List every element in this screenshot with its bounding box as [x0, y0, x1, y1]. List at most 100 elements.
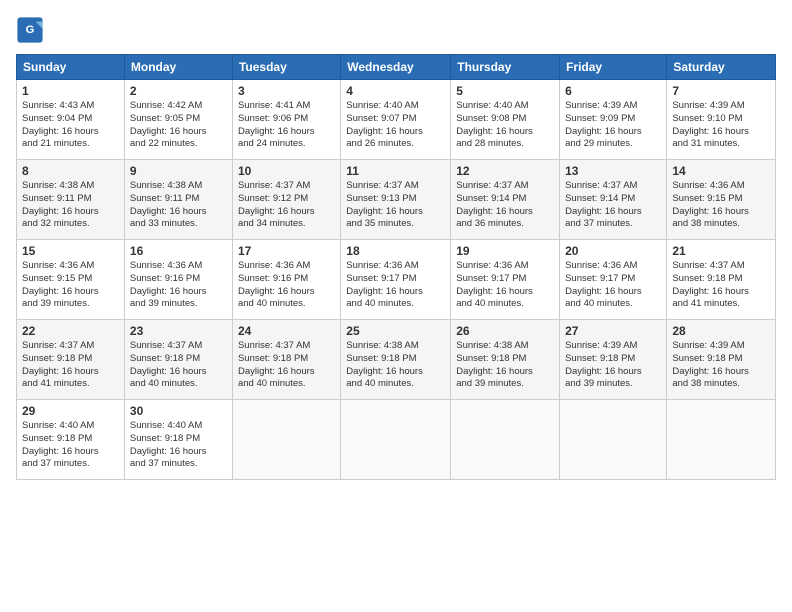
day-number: 2 — [130, 84, 227, 98]
day-info: Sunrise: 4:39 AM Sunset: 9:10 PM Dayligh… — [672, 100, 770, 151]
weekday-header: Thursday — [451, 55, 560, 80]
calendar-cell: 9Sunrise: 4:38 AM Sunset: 9:11 PM Daylig… — [124, 160, 232, 240]
day-info: Sunrise: 4:41 AM Sunset: 9:06 PM Dayligh… — [238, 100, 335, 151]
weekday-header: Saturday — [667, 55, 776, 80]
day-number: 12 — [456, 164, 554, 178]
calendar-cell: 18 Sunrise: 4:36 AM Sunset: 9:17 PM Dayli… — [341, 240, 451, 320]
day-info: Sunrise: 4:38 AM Sunset: 9:18 PM Dayligh… — [346, 340, 445, 391]
day-info: Sunrise: 4:40 AM Sunset: 9:08 PM Dayligh… — [456, 100, 554, 151]
day-number: 5 — [456, 84, 554, 98]
day-info: Sunrise: 4:36 AM Sunset: 9:16 PM Dayligh… — [130, 260, 227, 311]
calendar-cell: 22 Sunrise: 4:37 AM Sunset: 9:18 PM Dayli… — [17, 320, 125, 400]
calendar-cell: 28 Sunrise: 4:39 AM Sunset: 9:18 PM Dayli… — [667, 320, 776, 400]
day-number: 6 — [565, 84, 661, 98]
calendar-cell: 15Sunrise: 4:36 AM Sunset: 9:15 PM Dayli… — [17, 240, 125, 320]
day-number: 27 — [565, 324, 661, 338]
calendar-cell: 19 Sunrise: 4:36 AM Sunset: 9:17 PM Dayli… — [451, 240, 560, 320]
day-info: Sunrise: 4:37 AM Sunset: 9:12 PM Dayligh… — [238, 180, 335, 231]
weekday-header: Wednesday — [341, 55, 451, 80]
day-info: Sunrise: 4:38 AM Sunset: 9:11 PM Dayligh… — [22, 180, 119, 231]
svg-text:G: G — [26, 24, 35, 36]
day-info: Sunrise: 4:39 AM Sunset: 9:18 PM Dayligh… — [565, 340, 661, 391]
calendar: SundayMondayTuesdayWednesdayThursdayFrid… — [16, 54, 776, 480]
day-info: Sunrise: 4:36 AM Sunset: 9:17 PM Dayligh… — [456, 260, 554, 311]
day-number: 11 — [346, 164, 445, 178]
calendar-cell: 11 Sunrise: 4:37 AM Sunset: 9:13 PM Dayli… — [341, 160, 451, 240]
day-info: Sunrise: 4:37 AM Sunset: 9:18 PM Dayligh… — [672, 260, 770, 311]
day-number: 29 — [22, 404, 119, 418]
day-info: Sunrise: 4:37 AM Sunset: 9:18 PM Dayligh… — [130, 340, 227, 391]
day-info: Sunrise: 4:37 AM Sunset: 9:14 PM Dayligh… — [565, 180, 661, 231]
day-info: Sunrise: 4:36 AM Sunset: 9:15 PM Dayligh… — [672, 180, 770, 231]
day-info: Sunrise: 4:36 AM Sunset: 9:17 PM Dayligh… — [565, 260, 661, 311]
day-info: Sunrise: 4:36 AM Sunset: 9:17 PM Dayligh… — [346, 260, 445, 311]
day-number: 28 — [672, 324, 770, 338]
calendar-cell: 5 Sunrise: 4:40 AM Sunset: 9:08 PM Daylig… — [451, 80, 560, 160]
day-info: Sunrise: 4:39 AM Sunset: 9:09 PM Dayligh… — [565, 100, 661, 151]
calendar-cell: 7 Sunrise: 4:39 AM Sunset: 9:10 PM Daylig… — [667, 80, 776, 160]
calendar-cell: 8 Sunrise: 4:38 AM Sunset: 9:11 PM Daylig… — [17, 160, 125, 240]
header: G — [16, 16, 776, 44]
day-number: 4 — [346, 84, 445, 98]
calendar-cell: 23 Sunrise: 4:37 AM Sunset: 9:18 PM Dayli… — [124, 320, 232, 400]
day-info: Sunrise: 4:43 AM Sunset: 9:04 PM Dayligh… — [22, 100, 119, 151]
calendar-cell: 4Sunrise: 4:40 AM Sunset: 9:07 PM Daylig… — [341, 80, 451, 160]
day-number: 19 — [456, 244, 554, 258]
calendar-cell: 20 Sunrise: 4:36 AM Sunset: 9:17 PM Dayli… — [560, 240, 667, 320]
day-info: Sunrise: 4:39 AM Sunset: 9:18 PM Dayligh… — [672, 340, 770, 391]
day-number: 16 — [130, 244, 227, 258]
day-number: 20 — [565, 244, 661, 258]
day-info: Sunrise: 4:42 AM Sunset: 9:05 PM Dayligh… — [130, 100, 227, 151]
weekday-header: Sunday — [17, 55, 125, 80]
day-number: 9 — [130, 164, 227, 178]
calendar-cell: 17 Sunrise: 4:36 AM Sunset: 9:16 PM Dayli… — [232, 240, 340, 320]
calendar-cell: 13 Sunrise: 4:37 AM Sunset: 9:14 PM Dayli… — [560, 160, 667, 240]
calendar-cell: 29 Sunrise: 4:40 AM Sunset: 9:18 PM Dayli… — [17, 400, 125, 480]
calendar-cell: 24 Sunrise: 4:37 AM Sunset: 9:18 PM Dayli… — [232, 320, 340, 400]
day-number: 10 — [238, 164, 335, 178]
calendar-cell: 16 Sunrise: 4:36 AM Sunset: 9:16 PM Dayli… — [124, 240, 232, 320]
day-number: 21 — [672, 244, 770, 258]
logo: G — [16, 16, 48, 44]
day-info: Sunrise: 4:37 AM Sunset: 9:18 PM Dayligh… — [22, 340, 119, 391]
calendar-cell: 27 Sunrise: 4:39 AM Sunset: 9:18 PM Dayli… — [560, 320, 667, 400]
day-number: 18 — [346, 244, 445, 258]
weekday-header: Monday — [124, 55, 232, 80]
day-info: Sunrise: 4:40 AM Sunset: 9:18 PM Dayligh… — [130, 420, 227, 471]
calendar-cell — [341, 400, 451, 480]
calendar-cell — [232, 400, 340, 480]
day-number: 17 — [238, 244, 335, 258]
calendar-cell: 21 Sunrise: 4:37 AM Sunset: 9:18 PM Dayli… — [667, 240, 776, 320]
day-number: 1 — [22, 84, 119, 98]
calendar-cell — [560, 400, 667, 480]
day-number: 15 — [22, 244, 119, 258]
day-number: 22 — [22, 324, 119, 338]
day-number: 3 — [238, 84, 335, 98]
day-number: 30 — [130, 404, 227, 418]
day-info: Sunrise: 4:40 AM Sunset: 9:18 PM Dayligh… — [22, 420, 119, 471]
day-number: 7 — [672, 84, 770, 98]
day-number: 23 — [130, 324, 227, 338]
day-number: 26 — [456, 324, 554, 338]
calendar-cell — [667, 400, 776, 480]
calendar-cell: 3 Sunrise: 4:41 AM Sunset: 9:06 PM Daylig… — [232, 80, 340, 160]
day-info: Sunrise: 4:37 AM Sunset: 9:14 PM Dayligh… — [456, 180, 554, 231]
calendar-cell: 2 Sunrise: 4:42 AM Sunset: 9:05 PM Daylig… — [124, 80, 232, 160]
calendar-cell: 6 Sunrise: 4:39 AM Sunset: 9:09 PM Daylig… — [560, 80, 667, 160]
weekday-header: Tuesday — [232, 55, 340, 80]
calendar-cell — [451, 400, 560, 480]
calendar-cell: 14Sunrise: 4:36 AM Sunset: 9:15 PM Dayli… — [667, 160, 776, 240]
day-info: Sunrise: 4:37 AM Sunset: 9:13 PM Dayligh… — [346, 180, 445, 231]
day-info: Sunrise: 4:36 AM Sunset: 9:16 PM Dayligh… — [238, 260, 335, 311]
day-number: 25 — [346, 324, 445, 338]
day-number: 13 — [565, 164, 661, 178]
weekday-header: Friday — [560, 55, 667, 80]
day-number: 24 — [238, 324, 335, 338]
calendar-cell: 26 Sunrise: 4:38 AM Sunset: 9:18 PM Dayli… — [451, 320, 560, 400]
day-info: Sunrise: 4:37 AM Sunset: 9:18 PM Dayligh… — [238, 340, 335, 391]
day-info: Sunrise: 4:38 AM Sunset: 9:18 PM Dayligh… — [456, 340, 554, 391]
calendar-cell: 10 Sunrise: 4:37 AM Sunset: 9:12 PM Dayli… — [232, 160, 340, 240]
day-number: 8 — [22, 164, 119, 178]
calendar-cell: 1 Sunrise: 4:43 AM Sunset: 9:04 PM Daylig… — [17, 80, 125, 160]
calendar-cell: 12 Sunrise: 4:37 AM Sunset: 9:14 PM Dayli… — [451, 160, 560, 240]
